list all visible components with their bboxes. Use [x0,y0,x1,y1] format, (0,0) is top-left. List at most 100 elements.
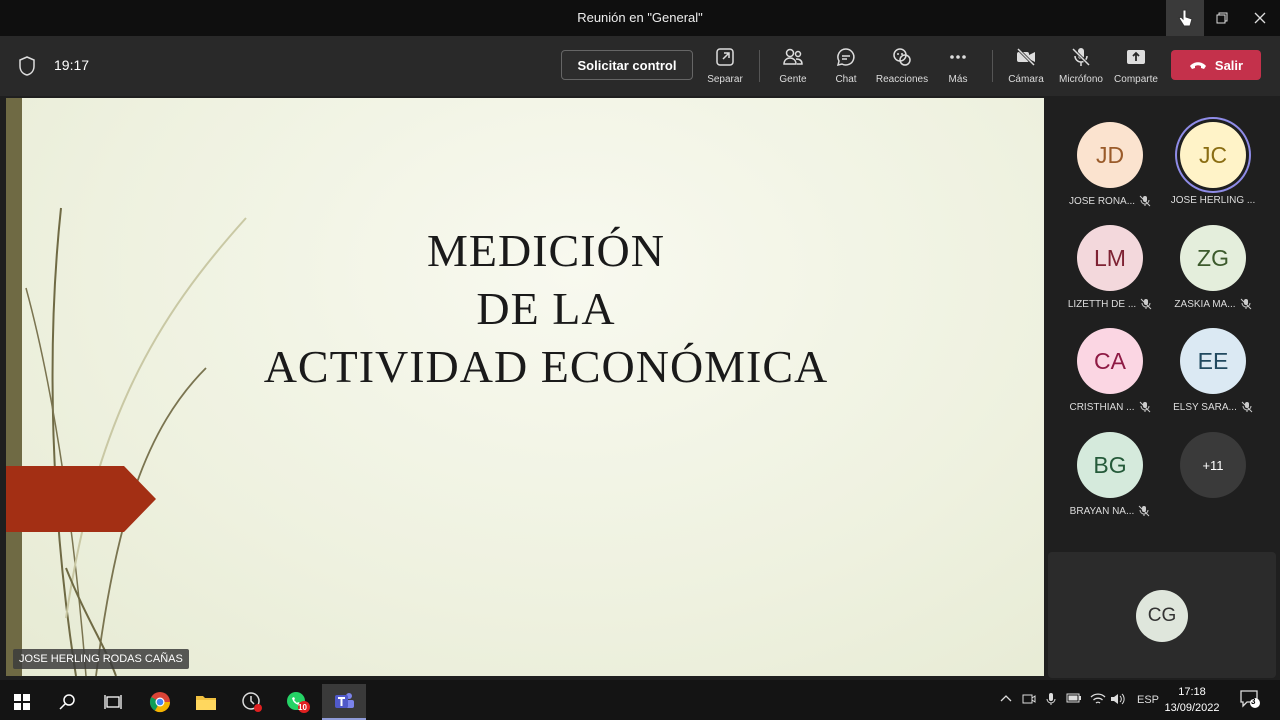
mic-muted-icon [1138,505,1150,517]
folder-icon [196,696,216,710]
search-icon [59,694,75,710]
file-explorer-app[interactable] [184,684,228,720]
teams-icon [335,693,354,708]
window-title: Reunión en "General" [577,10,703,25]
presenter-name-tag: JOSE HERLING RODAS CAÑAS [13,649,189,669]
self-avatar: CG [1136,590,1188,642]
windows-taskbar: 10 ESP 17:18 13/09/2022 3 [0,680,1280,720]
windows-icon [14,694,30,710]
restore-window-button[interactable] [1203,0,1241,36]
participant-tile[interactable]: ZG ZASKIA MA... [1161,225,1265,325]
chat-label: Chat [835,74,857,85]
leave-label: Salir [1214,57,1244,73]
teams-app[interactable] [322,684,366,720]
people-button[interactable]: Gente [765,46,821,90]
clock-time: 17:18 [1178,686,1206,698]
more-participants-tile[interactable]: +11 [1161,432,1265,532]
recorder-app[interactable] [230,684,274,720]
input-language[interactable]: ESP [1137,694,1159,706]
participant-avatar: JD [1077,122,1143,188]
participant-avatar: EE [1180,328,1246,394]
participant-avatar: BG [1077,432,1143,498]
slide-arrow-shape [6,466,156,532]
whatsapp-badge: 10 [298,703,307,712]
camera-label: Cámara [1008,74,1044,85]
mic-muted-icon [1139,401,1150,413]
participant-tile[interactable]: BG BRAYAN NA... [1058,432,1162,532]
meeting-toolbar: 19:17 Solicitar control Separar Gente Ch… [0,36,1280,96]
notification-count: 3 [1251,697,1256,706]
participant-avatar: CA [1077,328,1143,394]
popout-icon [716,48,734,66]
more-participants-count: +11 [1180,432,1246,498]
chrome-app[interactable] [138,684,182,720]
mic-muted-icon [1139,195,1151,207]
share-label: Comparte [1114,74,1158,85]
people-icon [783,48,803,65]
clock-record-icon [242,692,262,712]
microphone-label: Micrófono [1059,74,1103,85]
pointer-icon[interactable] [1166,0,1204,36]
request-control-button[interactable]: Solicitar control [561,50,693,80]
self-view[interactable]: CG [1048,552,1276,678]
shared-content-stage: MEDICIÓN DE LA ACTIVIDAD ECONÓMICA JOSE … [0,96,1048,678]
microphone-button[interactable]: Micrófono [1053,46,1109,90]
more-icon [950,55,966,59]
meeting-timer: 19:17 [54,57,90,73]
hang-up-icon [1189,62,1206,69]
share-icon [1127,50,1145,64]
chat-icon [836,48,855,67]
notification-center[interactable]: 3 [1240,690,1260,711]
participant-name: ZASKIA MA... [1174,298,1236,310]
chrome-icon [149,692,171,713]
participant-tile[interactable]: LM LIZETTH DE ... [1058,225,1162,325]
participant-name: ELSY SARA... [1173,401,1237,413]
participant-tile[interactable]: JC JOSE HERLING ... [1161,122,1265,222]
popout-button[interactable]: Separar [697,46,753,90]
reactions-icon [893,48,911,66]
participant-avatar: JC [1180,122,1246,188]
mic-muted-icon [1241,401,1253,413]
presentation-slide: MEDICIÓN DE LA ACTIVIDAD ECONÓMICA [6,98,1044,676]
popout-label: Separar [707,74,743,85]
participant-name: CRISTHIAN ... [1069,401,1135,413]
battery-icon[interactable] [1066,693,1082,706]
task-view-button[interactable] [91,684,135,720]
people-label: Gente [779,74,807,85]
slide-title-line-1: MEDICIÓN [427,225,665,276]
mic-off-icon [1071,47,1091,67]
start-button[interactable] [0,684,44,720]
mic-muted-icon [1140,298,1152,310]
leave-button[interactable]: Salir [1171,50,1261,80]
participant-name: LIZETTH DE ... [1067,298,1137,310]
close-window-button[interactable] [1241,0,1279,36]
wifi-icon[interactable] [1090,692,1106,709]
participant-avatar: LM [1077,225,1143,291]
participant-tile[interactable]: CA CRISTHIAN ... [1058,328,1162,428]
participant-tile[interactable]: JD JOSE RONA... [1058,122,1162,222]
reactions-button[interactable]: Reacciones [874,46,930,90]
chat-button[interactable]: Chat [818,46,874,90]
whatsapp-app[interactable]: 10 [276,684,320,720]
camera-button[interactable]: Cámara [998,46,1054,90]
notification-icon [1240,690,1260,708]
mic-muted-icon [1240,298,1251,310]
participant-tile[interactable]: EE ELSY SARA... [1161,328,1265,428]
slide-title-line-3: ACTIVIDAD ECONÓMICA [263,341,829,392]
participant-name: JOSE RONA... [1068,195,1136,207]
more-button[interactable]: Más [930,46,986,90]
shield-icon [19,56,35,76]
window-titlebar: Reunión en "General" [0,0,1280,36]
camera-off-icon [1016,47,1036,67]
participant-avatar: ZG [1180,225,1246,291]
task-view-icon [104,695,122,709]
volume-icon[interactable] [1110,692,1126,709]
meet-now-icon[interactable] [1022,692,1036,709]
system-clock[interactable]: 17:18 13/09/2022 [1160,684,1224,716]
search-button[interactable] [46,684,90,720]
show-hidden-icons[interactable] [1000,693,1012,706]
clock-date: 13/09/2022 [1164,702,1220,714]
share-button[interactable]: Comparte [1108,46,1164,90]
microphone-tray-icon[interactable] [1045,692,1057,709]
reactions-label: Reacciones [875,74,929,85]
